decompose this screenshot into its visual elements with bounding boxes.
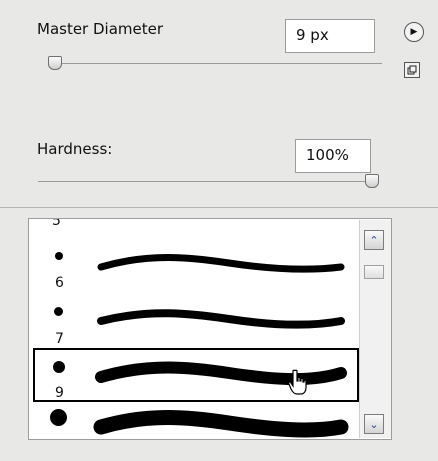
brush-stroke-preview[interactable] — [89, 405, 355, 440]
brush-tip-dot — [53, 361, 65, 373]
brush-tip-dot — [50, 409, 67, 426]
brush-tip-dot — [55, 252, 63, 260]
brush-list-scrollbar[interactable]: ⌃ ⌄ — [359, 220, 391, 438]
hardness-slider-track[interactable] — [38, 181, 374, 182]
brush-stroke-preview[interactable] — [89, 299, 355, 339]
hardness-input[interactable]: 100% — [295, 139, 371, 173]
brush-preset-list[interactable]: 5 6 7 9 ⌃ ⌄ — [28, 218, 392, 440]
brush-stroke-preview[interactable] — [89, 243, 355, 283]
new-preset-icon[interactable] — [404, 62, 420, 78]
chevron-up-icon[interactable]: ⌃ — [364, 230, 384, 250]
master-diameter-input[interactable]: 9 px — [285, 19, 375, 53]
brush-size-label: 5 — [52, 218, 61, 229]
brush-size-label: 7 — [55, 331, 64, 347]
brush-stroke-preview[interactable] — [89, 353, 355, 397]
right-arrow-circle-icon[interactable]: ▶ — [404, 22, 424, 42]
master-diameter-label: Master Diameter — [37, 20, 164, 38]
hand-pointer-icon — [288, 369, 307, 395]
scrollbar-thumb[interactable] — [364, 265, 384, 279]
chevron-down-icon[interactable]: ⌄ — [364, 414, 384, 434]
brush-size-label: 9 — [55, 385, 64, 401]
hardness-slider-thumb[interactable] — [365, 174, 379, 188]
panel-divider — [0, 207, 438, 208]
master-diameter-slider-thumb[interactable] — [48, 56, 62, 70]
brush-size-label: 6 — [55, 275, 64, 291]
master-diameter-slider-track[interactable] — [48, 63, 382, 64]
hardness-label: Hardness: — [37, 140, 113, 158]
brush-tip-dot — [54, 307, 63, 316]
